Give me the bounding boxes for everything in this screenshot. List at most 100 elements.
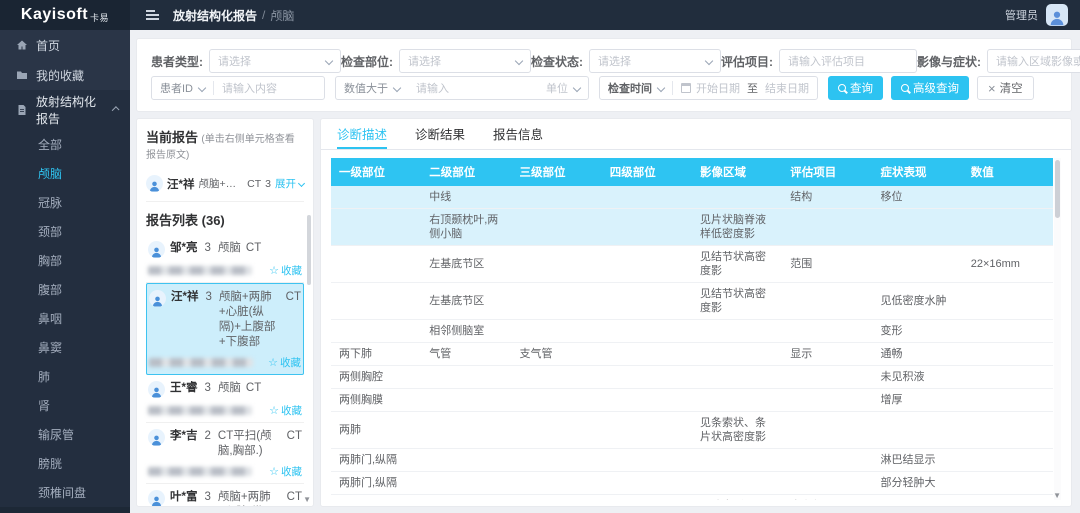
date-range-input[interactable]: 开始日期 至 结束日期	[673, 77, 817, 99]
table-cell[interactable]	[512, 412, 602, 449]
table-cell[interactable]: 两下肺	[331, 343, 421, 366]
table-cell[interactable]: 移位	[873, 186, 963, 209]
table-cell[interactable]: 气管	[421, 343, 511, 366]
table-cell[interactable]	[512, 495, 602, 501]
table-cell[interactable]: 显示	[782, 343, 872, 366]
table-cell[interactable]	[963, 209, 1053, 246]
patient-id-type-select[interactable]: 患者ID	[152, 77, 213, 99]
table-cell[interactable]: 中线	[421, 186, 511, 209]
table-cell[interactable]: 两肺门,纵隔	[331, 472, 421, 495]
table-row[interactable]: 两肺门,纵隔 淋巴结显示	[331, 449, 1053, 472]
sidebar-subitem[interactable]: 腹部	[0, 275, 130, 304]
table-cell[interactable]: 见致密影	[692, 495, 782, 501]
patient-id-input[interactable]: 请输入内容	[214, 77, 324, 99]
table-cell[interactable]: 增厚	[873, 389, 963, 412]
table-cell[interactable]: 左基底节区	[421, 283, 511, 320]
sidebar-subitem[interactable]: 颅脑	[0, 159, 130, 188]
table-cell[interactable]: 14*10mm	[963, 495, 1053, 501]
table-cell[interactable]	[421, 495, 511, 501]
table-cell[interactable]	[692, 186, 782, 209]
table-cell[interactable]	[782, 283, 872, 320]
table-cell[interactable]	[602, 283, 692, 320]
table-cell[interactable]	[782, 320, 872, 343]
table-cell[interactable]	[331, 283, 421, 320]
table-cell[interactable]	[692, 449, 782, 472]
image-symptom-input[interactable]: 请输入区域影像或症状表现	[987, 49, 1080, 73]
table-cell[interactable]: 两肺门,纵隔	[331, 449, 421, 472]
table-cell[interactable]: 大者径	[782, 495, 872, 501]
table-cell[interactable]	[692, 472, 782, 495]
tab[interactable]: 诊断描述	[337, 119, 387, 149]
favorite-link[interactable]: ☆收藏	[269, 464, 302, 479]
query-button[interactable]: 查询	[828, 76, 883, 100]
table-cell[interactable]	[512, 366, 602, 389]
table-cell[interactable]	[512, 283, 602, 320]
table-cell[interactable]	[873, 495, 963, 501]
sidebar-item-structured-reports[interactable]: 放射结构化报告	[0, 90, 130, 130]
current-report-item[interactable]: 汪*祥 颅脑+两肺+心... CT 3 展开	[146, 167, 304, 202]
table-cell[interactable]	[963, 366, 1053, 389]
table-cell[interactable]: 结构	[782, 186, 872, 209]
table-cell[interactable]	[963, 412, 1053, 449]
favorite-link[interactable]: ☆收藏	[268, 355, 301, 370]
table-cell[interactable]: 见结节状高密度影	[692, 283, 782, 320]
table-row[interactable]: 两侧胸膜增厚	[331, 389, 1053, 412]
sidebar-subitem[interactable]: 颈部	[0, 217, 130, 246]
table-cell[interactable]: 部分轻肿大	[873, 472, 963, 495]
table-cell[interactable]	[873, 412, 963, 449]
value-compare-select[interactable]: 数值大于	[336, 77, 408, 99]
table-cell[interactable]	[512, 246, 602, 283]
table-cell[interactable]	[873, 246, 963, 283]
table-cell[interactable]: 见片状脑脊液样低密度影	[692, 209, 782, 246]
table-cell[interactable]: 相邻侧脑室	[421, 320, 511, 343]
table-cell[interactable]	[602, 389, 692, 412]
table-cell[interactable]: 左基底节区	[421, 246, 511, 283]
table-cell[interactable]	[602, 209, 692, 246]
table-cell[interactable]	[421, 472, 511, 495]
table-cell[interactable]	[421, 389, 511, 412]
table-cell[interactable]: 通畅	[873, 343, 963, 366]
table-cell[interactable]	[692, 343, 782, 366]
breadcrumb-root[interactable]: 放射结构化报告	[173, 7, 257, 24]
table-cell[interactable]	[602, 366, 692, 389]
table-cell[interactable]	[602, 186, 692, 209]
table-cell[interactable]	[602, 246, 692, 283]
table-cell[interactable]	[963, 283, 1053, 320]
table-cell[interactable]	[512, 449, 602, 472]
report-list-item[interactable]: 李*吉2CT平扫(颅脑,胸部.)CT☆收藏	[146, 423, 304, 484]
table-cell[interactable]	[602, 449, 692, 472]
sidebar-subitem[interactable]: 鼻窦	[0, 333, 130, 362]
sidebar-subitem[interactable]: 肾	[0, 391, 130, 420]
table-cell[interactable]: 两侧胸腔	[331, 366, 421, 389]
table-cell[interactable]	[602, 320, 692, 343]
table-cell[interactable]	[873, 209, 963, 246]
value-input[interactable]: 请输入	[408, 77, 538, 99]
scroll-down-arrow-icon[interactable]: ▼	[303, 495, 311, 504]
table-cell[interactable]	[963, 186, 1053, 209]
menu-toggle-icon[interactable]	[146, 10, 159, 20]
table-cell[interactable]: 未见积液	[873, 366, 963, 389]
table-cell[interactable]	[512, 186, 602, 209]
report-list-item[interactable]: 汪*祥3颅脑+两肺+心脏(纵隔)+上腹部+下腹部CT☆收藏	[146, 283, 304, 375]
table-cell[interactable]: 两肾	[331, 495, 421, 501]
table-cell[interactable]	[512, 209, 602, 246]
table-cell[interactable]	[512, 389, 602, 412]
table-cell[interactable]	[692, 366, 782, 389]
report-list-item[interactable]: 叶*富3颅脑+两肺+心脏(纵隔)+上腹部+下腹部CT☆收藏	[146, 484, 304, 507]
tab[interactable]: 报告信息	[493, 119, 543, 149]
table-cell[interactable]	[963, 320, 1053, 343]
table-row[interactable]: 两侧胸腔 未见积液	[331, 366, 1053, 389]
table-cell[interactable]	[512, 472, 602, 495]
table-cell[interactable]	[963, 449, 1053, 472]
scroll-down-arrow-icon[interactable]: ▼	[1053, 491, 1061, 500]
tab[interactable]: 诊断结果	[415, 119, 465, 149]
table-cell[interactable]: 淋巴结显示	[873, 449, 963, 472]
table-cell[interactable]	[602, 412, 692, 449]
list-scrollbar[interactable]	[306, 215, 312, 502]
table-cell[interactable]	[692, 389, 782, 412]
table-cell[interactable]	[963, 472, 1053, 495]
report-list-item[interactable]: 邹*亮3颅脑CT☆收藏	[146, 235, 304, 283]
unit-select[interactable]: 单位	[538, 77, 588, 99]
sidebar-item-favorites[interactable]: 我的收藏	[0, 60, 130, 90]
sidebar-subitem[interactable]: 颈椎间盘	[0, 478, 130, 507]
